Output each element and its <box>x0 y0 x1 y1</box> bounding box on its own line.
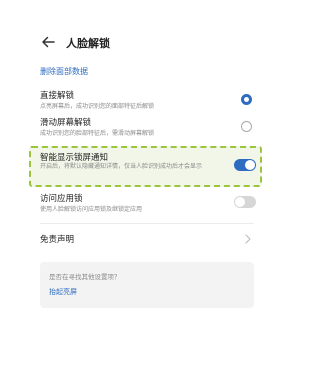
setting-app-lock[interactable]: 访问应用锁 使用人脸解锁访问应用锁及继锁定应用 <box>28 192 266 218</box>
toggle-knob <box>235 197 245 207</box>
setting-title: 访问应用锁 <box>40 194 83 204</box>
setting-direct-unlock[interactable]: 直接解锁 点亮屏幕后，成功识别您的面部特征后解锁 <box>28 89 266 115</box>
delete-face-data-link[interactable]: 删除面部数据 <box>40 66 88 77</box>
swipe-unlock-radio[interactable] <box>241 121 252 132</box>
direct-unlock-radio[interactable] <box>241 94 252 105</box>
back-arrow-icon[interactable] <box>40 34 56 50</box>
setting-title: 直接解锁 <box>40 91 75 101</box>
setting-smart-notification[interactable]: 智能显示锁屏通知 开启后，将默认隐藏通知详情，仅当人脸识别成功后才会显示 <box>28 151 266 185</box>
toggle-knob <box>245 160 255 170</box>
suggestion-question: 是否在寻找其他设置项？ <box>49 273 121 281</box>
header-bar: 人脸解锁 <box>28 27 266 57</box>
raise-to-wake-link[interactable]: 抬起亮屏 <box>49 287 77 297</box>
app-lock-toggle[interactable] <box>234 196 256 208</box>
setting-subtitle: 成功识别您的脸部特征后，需滑动屏幕解锁 <box>40 130 155 137</box>
setting-subtitle: 使用人脸解锁访问应用锁及继锁定应用 <box>40 206 143 213</box>
suggestion-card: 是否在寻找其他设置项？ 抬起亮屏 <box>40 262 254 308</box>
setting-title: 智能显示锁屏通知 <box>40 153 109 163</box>
setting-title: 滑动屏幕解锁 <box>40 118 92 128</box>
chevron-right-icon <box>245 234 251 244</box>
page-title: 人脸解锁 <box>66 37 110 50</box>
disclaimer-label: 免责声明 <box>40 235 75 245</box>
face-unlock-screen: 人脸解锁 删除面部数据 直接解锁 点亮屏幕后，成功识别您的面部特征后解锁 滑动屏… <box>28 27 266 349</box>
smart-notification-toggle[interactable] <box>234 159 256 171</box>
setting-subtitle: 点亮屏幕后，成功识别您的面部特征后解锁 <box>40 103 155 110</box>
setting-subtitle: 开启后，将默认隐藏通知详情，仅当人脸识别成功后才会显示 <box>40 163 203 170</box>
setting-swipe-unlock[interactable]: 滑动屏幕解锁 成功识别您的脸部特征后，需滑动屏幕解锁 <box>28 116 266 142</box>
section-divider <box>40 223 254 224</box>
disclaimer-item[interactable]: 免责声明 <box>28 231 266 249</box>
